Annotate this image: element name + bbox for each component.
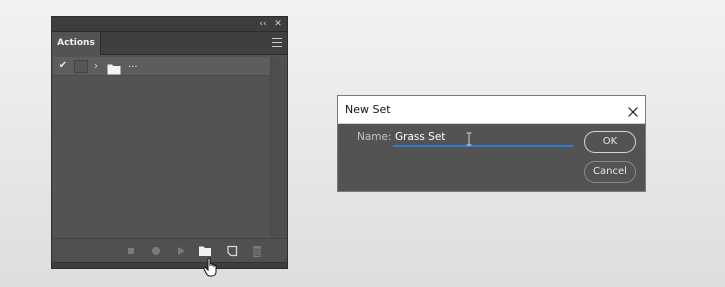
trash-icon[interactable] [250, 244, 264, 258]
stop-recording-icon[interactable] [124, 244, 138, 258]
close-panel-button[interactable]: ✕ [271, 17, 285, 31]
ok-button[interactable]: OK [584, 131, 636, 153]
toggle-item-checkmark-icon[interactable]: ✔ [56, 58, 70, 74]
dialog-title-bar: New Set [338, 96, 645, 124]
record-icon[interactable] [149, 244, 163, 258]
name-label: Name: [357, 131, 392, 143]
panel-bottom-toolbar [52, 238, 287, 263]
dialog-title: New Set [345, 103, 391, 116]
folder-icon [107, 60, 121, 75]
collapse-panel-button[interactable]: ‹‹ [256, 17, 270, 31]
new-set-dialog: New Set Name: OK Cancel [337, 95, 646, 192]
new-set-folder-icon[interactable] [198, 244, 212, 258]
panel-scrollbar[interactable] [270, 57, 286, 240]
actions-panel: ‹‹ ✕ Actions ✔ › ... [51, 16, 288, 269]
cancel-button[interactable]: Cancel [584, 161, 636, 183]
panel-menu-icon[interactable] [272, 38, 282, 47]
close-icon[interactable] [627, 103, 639, 117]
new-action-icon[interactable] [225, 244, 239, 258]
toggle-dialog-icon[interactable] [74, 60, 88, 73]
panel-tab-row: Actions [52, 32, 287, 55]
tab-actions[interactable]: Actions [52, 32, 101, 55]
action-set-row[interactable]: ✔ › ... [53, 57, 271, 76]
panel-title-bar: ‹‹ ✕ [52, 17, 287, 32]
play-icon[interactable] [174, 244, 188, 258]
panel-resize-edge[interactable] [52, 262, 287, 268]
set-name-input[interactable] [393, 129, 573, 147]
action-set-name: ... [128, 59, 138, 70]
expand-chevron-icon[interactable]: › [91, 58, 101, 74]
